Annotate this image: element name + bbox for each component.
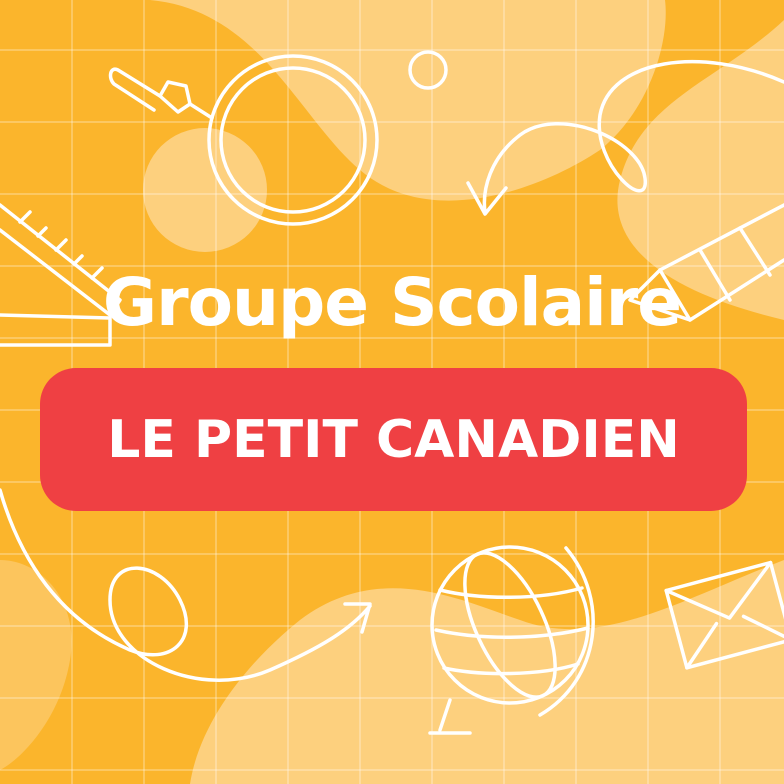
school-name: LE PETIT CANADIEN xyxy=(107,409,680,470)
light-blob-left xyxy=(0,560,72,770)
school-name-banner: LE PETIT CANADIEN xyxy=(40,368,747,511)
school-title: Groupe Scolaire xyxy=(102,264,682,341)
poster: Groupe Scolaire LE PETIT CANADIEN xyxy=(0,0,784,784)
light-blob-circle xyxy=(143,128,267,252)
